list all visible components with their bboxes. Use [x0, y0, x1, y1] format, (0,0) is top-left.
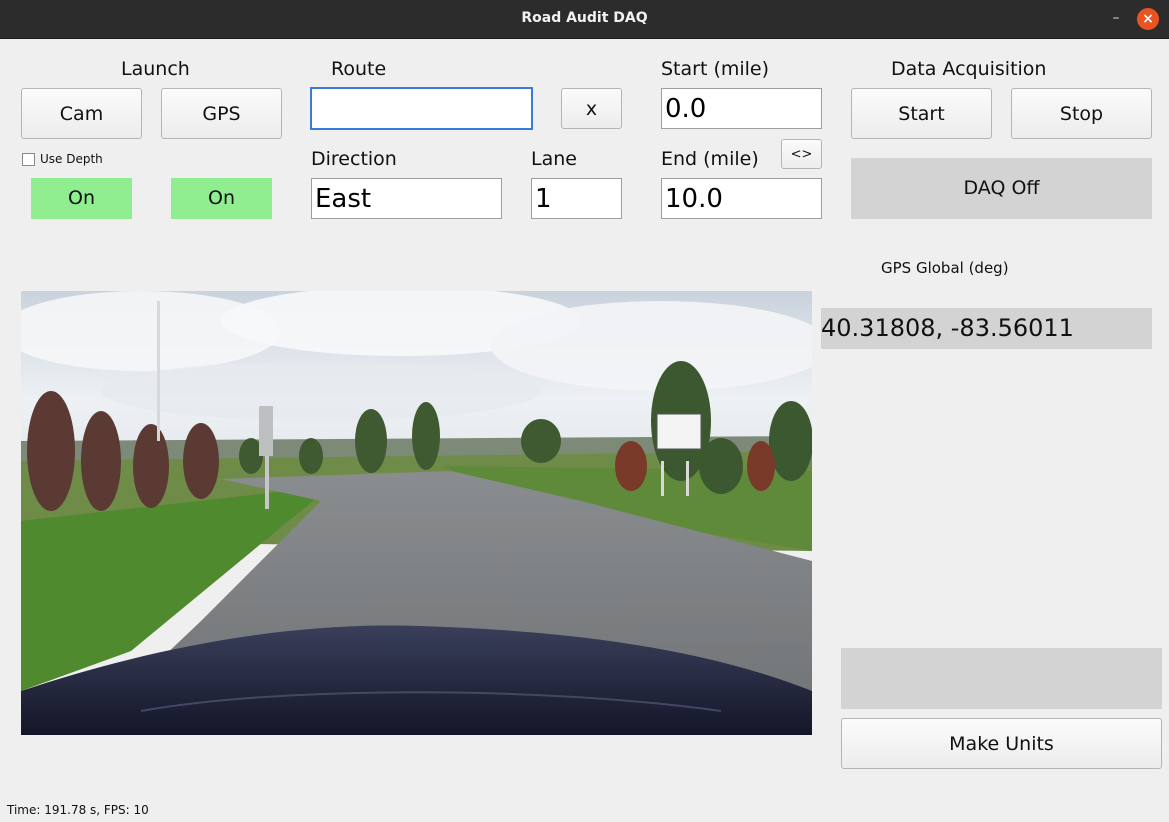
- daq-stop-button[interactable]: Stop: [1011, 88, 1152, 139]
- daq-label: Data Acquisition: [891, 58, 1047, 80]
- gps-button[interactable]: GPS: [161, 88, 282, 139]
- use-depth-checkbox[interactable]: [22, 153, 35, 166]
- direction-input[interactable]: [311, 178, 502, 219]
- swap-miles-button[interactable]: <>: [781, 139, 822, 169]
- daq-status: DAQ Off: [851, 158, 1152, 219]
- gps-value: 40.31808, -83.56011: [821, 308, 1152, 349]
- launch-label: Launch: [121, 58, 190, 80]
- start-mile-input[interactable]: [661, 88, 822, 129]
- lane-label: Lane: [531, 148, 577, 170]
- close-icon[interactable]: ×: [1137, 8, 1159, 30]
- gps-status-indicator: On: [171, 178, 272, 219]
- use-depth-label: Use Depth: [40, 152, 103, 166]
- camera-feed: [21, 291, 812, 735]
- status-bar-text: Time: 191.78 s, FPS: 10: [7, 803, 149, 817]
- minimize-icon[interactable]: –: [1109, 8, 1123, 28]
- make-units-button[interactable]: Make Units: [841, 718, 1162, 769]
- end-mile-input[interactable]: [661, 178, 822, 219]
- gps-label: GPS Global (deg): [881, 259, 1009, 277]
- title-bar: Road Audit DAQ – ×: [0, 0, 1169, 39]
- route-label: Route: [331, 58, 387, 80]
- daq-start-button[interactable]: Start: [851, 88, 992, 139]
- route-input[interactable]: [311, 88, 532, 129]
- cam-status-indicator: On: [31, 178, 132, 219]
- lane-input[interactable]: [531, 178, 622, 219]
- direction-label: Direction: [311, 148, 397, 170]
- end-mile-label: End (mile): [661, 148, 759, 170]
- window-title: Road Audit DAQ: [521, 10, 648, 26]
- clear-route-button[interactable]: x: [561, 88, 622, 129]
- cam-button[interactable]: Cam: [21, 88, 142, 139]
- start-mile-label: Start (mile): [661, 58, 770, 80]
- units-display: [841, 648, 1162, 709]
